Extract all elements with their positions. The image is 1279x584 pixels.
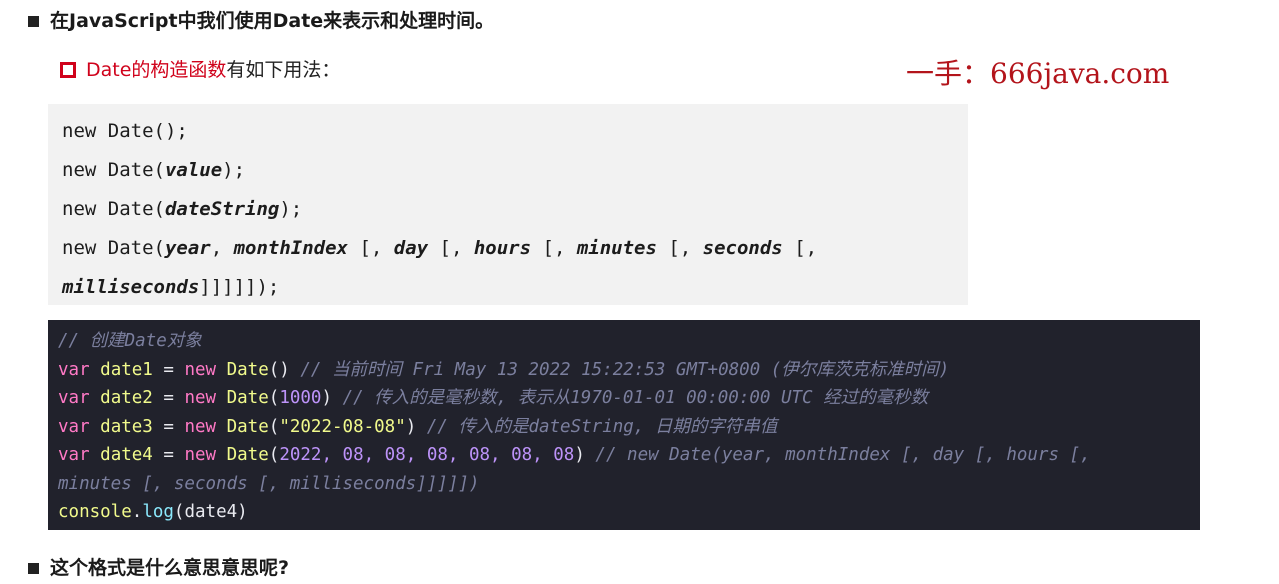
syntax-line: milliseconds]]]]]);	[62, 268, 954, 307]
code-variable: date3	[100, 416, 153, 437]
constructor-subheading: Date的构造函数 有如下用法：	[60, 58, 340, 82]
syntax-code-block: new Date(); new Date(value); new Date(da…	[48, 104, 968, 305]
section-heading-date-intro: 在JavaScript中我们使用Date来表示和处理时间。	[28, 9, 494, 33]
code-operator: =	[152, 388, 185, 408]
code-comment: minutes [, seconds [, milliseconds]]]]])	[58, 473, 480, 494]
syntax-param: seconds	[702, 237, 783, 259]
code-punct: )	[574, 445, 585, 465]
syntax-param: day	[393, 237, 429, 259]
code-punct: )	[405, 416, 417, 437]
syntax-line: new Date(dateString);	[62, 190, 954, 229]
hollow-square-bullet-icon	[60, 62, 76, 78]
syntax-line: new Date();	[62, 112, 954, 151]
bullet-square-icon	[28, 15, 39, 27]
code-operator: =	[152, 445, 185, 465]
code-keyword: new	[184, 445, 217, 465]
code-comment: // 创建Date对象	[58, 331, 202, 351]
code-keyword: var	[58, 445, 90, 465]
syntax-text: new Date(	[62, 198, 165, 220]
code-line: // 创建Date对象	[58, 327, 1190, 356]
code-punct: .	[131, 502, 143, 522]
code-punct: (date4)	[173, 502, 248, 522]
syntax-text: ]]]]]);	[199, 276, 280, 298]
code-keyword: var	[58, 359, 90, 380]
syntax-param: hours	[473, 237, 532, 259]
syntax-text: new Date();	[62, 120, 188, 142]
code-keyword: new	[184, 416, 217, 437]
code-number: 1000	[279, 388, 322, 408]
code-comment: // 传入的是毫秒数, 表示从1970-01-01 00:00:00 UTC 经…	[342, 388, 929, 408]
code-line: var date2 = new Date(1000) // 传入的是毫秒数, 表…	[58, 384, 1190, 413]
syntax-line: new Date(value);	[62, 151, 954, 190]
code-punct: (	[268, 388, 280, 408]
section-heading-format-question: 这个格式是什么意思意思呢?	[28, 556, 289, 580]
code-function: Date	[226, 388, 269, 408]
syntax-param: value	[164, 159, 223, 181]
code-punct: )	[321, 388, 333, 408]
syntax-text: [,	[348, 237, 394, 259]
example-code-block: // 创建Date对象 var date1 = new Date() // 当前…	[48, 320, 1200, 530]
code-keyword: var	[58, 416, 90, 437]
code-comment: // 传入的是dateString, 日期的字符串值	[426, 416, 778, 437]
syntax-text: [,	[531, 237, 577, 259]
syntax-param: milliseconds	[62, 276, 200, 298]
code-line: var date4 = new Date(2022, 08, 08, 08, 0…	[58, 441, 1190, 470]
code-function: Date	[226, 359, 269, 380]
syntax-text: new Date(	[62, 237, 165, 259]
code-punct: (	[268, 445, 280, 465]
constructor-usage-text: 有如下用法：	[226, 59, 341, 81]
code-punct: ()	[268, 359, 290, 380]
syntax-line: new Date(year, monthIndex [, day [, hour…	[62, 229, 954, 268]
code-line: console.log(date4)	[58, 498, 1190, 527]
code-comment: // new Date(year, monthIndex [, day [, h…	[595, 445, 1091, 465]
heading-text: 在JavaScript中我们使用Date来表示和处理时间。	[50, 10, 495, 32]
heading-text: 这个格式是什么意思意思呢?	[50, 557, 290, 579]
code-variable: date2	[100, 388, 153, 408]
code-punct: (	[268, 416, 280, 437]
code-line: var date3 = new Date("2022-08-08") // 传入…	[58, 413, 1190, 442]
syntax-text: [,	[782, 237, 818, 259]
syntax-text: [,	[428, 237, 474, 259]
code-line: minutes [, seconds [, milliseconds]]]]])	[58, 470, 1190, 499]
syntax-text: new Date(	[62, 159, 165, 181]
syntax-param: year	[164, 237, 211, 259]
code-operator: =	[152, 416, 185, 437]
code-function: Date	[226, 416, 269, 437]
constructor-highlight: Date的构造函数	[86, 59, 227, 81]
code-keyword: new	[184, 388, 217, 408]
code-comment: // 当前时间 Fri May 13 2022 15:22:53 GMT+080…	[300, 359, 950, 380]
syntax-param: minutes	[576, 237, 657, 259]
code-number: 2022, 08, 08, 08, 08, 08, 08	[279, 445, 575, 465]
watermark: 一手：666java.com	[906, 57, 1170, 90]
syntax-text: );	[279, 198, 303, 220]
code-variable: date4	[100, 445, 153, 465]
syntax-text: [,	[656, 237, 703, 259]
code-string: "2022-08-08"	[279, 416, 406, 437]
syntax-text: );	[222, 159, 246, 181]
syntax-text: ,	[210, 237, 234, 259]
code-object: console	[58, 502, 132, 522]
code-keyword: new	[184, 359, 217, 380]
code-variable: date1	[100, 359, 153, 380]
code-line: var date1 = new Date() // 当前时间 Fri May 1…	[58, 356, 1190, 385]
code-keyword: var	[58, 388, 90, 408]
code-function: Date	[226, 445, 269, 465]
code-method: log	[142, 502, 174, 522]
syntax-param: monthIndex	[233, 237, 348, 259]
bullet-square-icon	[28, 562, 39, 574]
syntax-param: dateString	[164, 198, 280, 220]
code-operator: =	[152, 359, 185, 380]
